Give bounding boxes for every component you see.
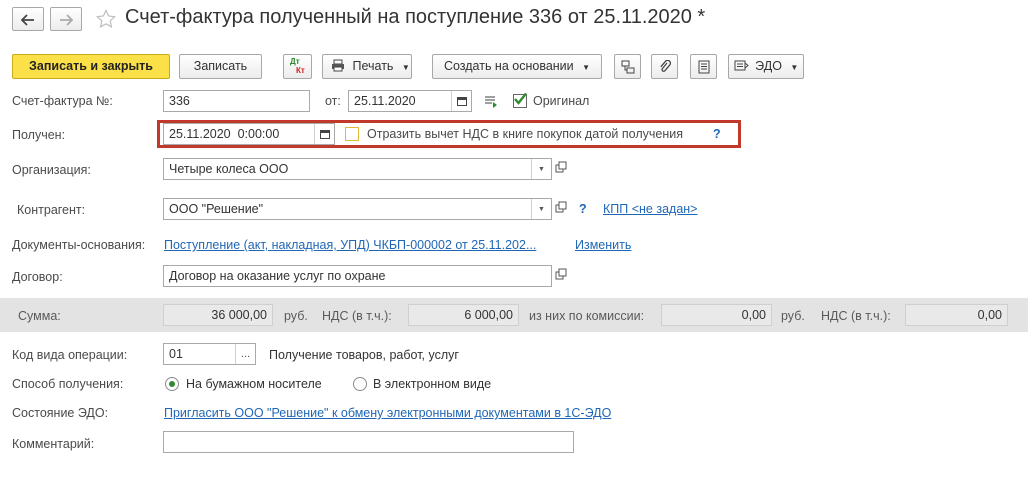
edo-icon (734, 60, 749, 71)
sum-field: 36 000,00 (163, 304, 273, 326)
open-window-icon (555, 201, 567, 213)
org-label: Организация: (12, 163, 91, 177)
printer-icon (332, 59, 344, 72)
contract-field[interactable]: Договор на оказание услуг по охране (163, 265, 552, 287)
dtkt-button[interactable]: Дт Кт (283, 54, 312, 79)
open-window-icon (555, 161, 567, 173)
vat-field: 6 000,00 (408, 304, 519, 326)
paperclip-icon (659, 59, 671, 72)
page-title: Счет-фактура полученный на поступление 3… (125, 6, 706, 28)
method-electronic-label: В электронном виде (373, 377, 492, 391)
save-close-button[interactable]: Записать и закрыть (12, 54, 170, 79)
contract-label: Договор: (12, 270, 63, 284)
chevron-down-icon: ▼ (538, 166, 545, 173)
open-window-icon (555, 268, 567, 280)
counterparty-label: Контрагент: (17, 203, 86, 217)
op-code-select-button[interactable]: ... (235, 344, 255, 364)
change-link[interactable]: Изменить (575, 238, 631, 252)
comment-field[interactable] (163, 431, 574, 453)
op-code-label: Код вида операции: (12, 348, 128, 362)
contract-open-button[interactable] (555, 268, 569, 282)
currency2-label: руб. (781, 309, 805, 323)
radio-dot (169, 381, 175, 387)
original-checkbox[interactable] (513, 92, 527, 108)
comment-label: Комментарий: (12, 437, 95, 451)
method-label: Способ получения: (12, 377, 124, 391)
kpp-link[interactable]: КПП <не задан> (603, 202, 697, 216)
attach-button[interactable] (651, 54, 678, 79)
create-based-button[interactable]: Создать на основании ▼ (432, 54, 602, 79)
dropdown-arrow-icon: ▼ (790, 63, 799, 72)
checkmark-icon (514, 92, 527, 105)
calendar-icon (456, 97, 467, 106)
counterparty-help[interactable]: ? (579, 202, 587, 216)
vat-label: НДС (в т.ч.): (322, 309, 392, 323)
docs-label: Документы-основания: (12, 238, 146, 252)
vat2-label: НДС (в т.ч.): (821, 309, 891, 323)
vat2-field: 0,00 (905, 304, 1008, 326)
op-code-description: Получение товаров, работ, услуг (269, 348, 459, 362)
invoice-number-label: Счет-фактура №: (12, 94, 113, 108)
original-label: Оригинал (533, 94, 590, 108)
hierarchy-icon (621, 60, 634, 74)
vat-deduction-label: Отразить вычет НДС в книге покупок датой… (367, 127, 683, 141)
commission-field: 0,00 (661, 304, 772, 326)
print-button[interactable]: Печать ▼ (322, 54, 412, 79)
arrow-left-icon (20, 14, 34, 26)
sum-label: Сумма: (18, 309, 61, 323)
star-icon[interactable] (96, 9, 116, 29)
document-list-icon (698, 60, 709, 74)
calendar-icon (319, 130, 330, 139)
edo-state-label: Состояние ЭДО: (12, 406, 109, 420)
dtkt-icon: Дт Кт (290, 57, 305, 75)
chevron-down-icon: ▼ (538, 206, 545, 213)
counterparty-dropdown-button[interactable]: ▼ (531, 199, 551, 219)
forward-button[interactable] (50, 7, 82, 31)
edo-button[interactable]: ЭДО ▼ (728, 54, 804, 79)
dropdown-arrow-icon: ▼ (582, 63, 591, 72)
save-button[interactable]: Записать (179, 54, 262, 79)
received-label: Получен: (12, 128, 66, 142)
commission-label: из них по комиссии: (529, 309, 645, 323)
docs-link[interactable]: Поступление (акт, накладная, УПД) ЧКБП-0… (164, 238, 536, 252)
org-dropdown-button[interactable]: ▼ (531, 159, 551, 179)
invoice-date-field[interactable]: 25.11.2020 (348, 90, 472, 112)
calendar-button[interactable] (451, 91, 471, 111)
method-paper-label: На бумажном носителе (186, 377, 322, 391)
org-field[interactable]: Четыре колеса ООО ▼ (163, 158, 552, 180)
edo-invite-link[interactable]: Пригласить ООО "Решение" к обмену электр… (164, 406, 611, 420)
vat-deduction-checkbox[interactable] (345, 127, 359, 141)
dropdown-arrow-icon: ▼ (401, 63, 410, 72)
counterparty-field[interactable]: ООО "Решение" ▼ (163, 198, 552, 220)
help-mark[interactable]: ? (713, 127, 721, 141)
counterparty-open-button[interactable] (555, 201, 569, 215)
structure-button[interactable] (614, 54, 641, 79)
received-datetime-field[interactable]: 25.11.2020 0:00:00 (163, 123, 335, 145)
calendar-button[interactable] (314, 124, 334, 144)
from-label: от: (325, 94, 341, 108)
op-code-field[interactable]: 01 ... (163, 343, 256, 365)
scan-document-icon[interactable] (484, 95, 499, 108)
currency-label: руб. (284, 309, 308, 323)
document-button[interactable] (690, 54, 717, 79)
arrow-right-icon (60, 14, 74, 26)
invoice-number-field[interactable]: 336 (163, 90, 310, 112)
org-open-button[interactable] (555, 161, 569, 175)
method-paper-radio[interactable] (165, 377, 179, 391)
method-electronic-radio[interactable] (353, 377, 367, 391)
back-button[interactable] (12, 7, 44, 31)
